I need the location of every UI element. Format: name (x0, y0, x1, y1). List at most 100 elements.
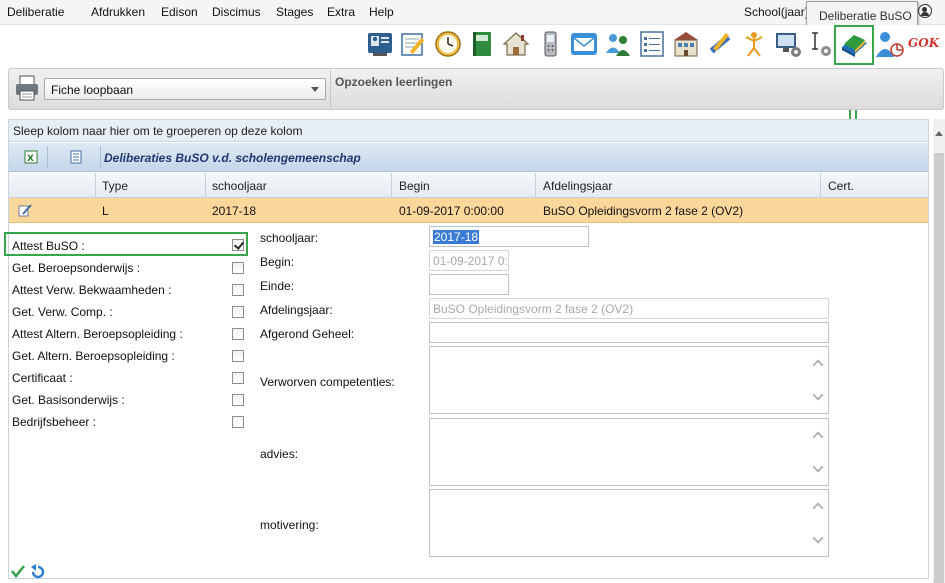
document-export-icon[interactable] (69, 150, 83, 164)
schooljaar-label: schooljaar: (260, 231, 319, 245)
menu-stages[interactable]: Stages (276, 5, 313, 19)
begin-field[interactable]: 01-09-2017 0: (429, 250, 509, 271)
cell-schooljaar: 2017-18 (212, 204, 257, 218)
column-divider (535, 173, 536, 198)
checkbox-get-beroepsonderwijs[interactable] (232, 262, 244, 274)
text-cursor-gear-icon[interactable] (806, 29, 836, 59)
checkbox-attest-buso[interactable] (232, 239, 244, 251)
column-divider (820, 173, 821, 198)
afdelingsjaar-label: Afdelingsjaar: (260, 303, 333, 317)
checkbox-bedrijfsbeheer[interactable] (232, 416, 244, 428)
einde-label: Einde: (260, 279, 295, 293)
column-header-type[interactable]: Type (102, 179, 128, 193)
column-divider (205, 173, 206, 198)
column-header-afdelingsjaar[interactable]: Afdelingsjaar (543, 179, 612, 193)
grid-separator (47, 146, 48, 168)
afgerond-geheel-field[interactable] (429, 322, 829, 343)
house-icon[interactable] (501, 29, 531, 59)
checkbox-label-get-beroepsonderwijs: Get. Beroepsonderwijs : (12, 261, 141, 275)
printer-icon[interactable] (14, 73, 40, 103)
save-check-icon[interactable] (10, 563, 26, 579)
menu-afdrukken[interactable]: Afdrukken (91, 5, 145, 19)
computer-gear-icon[interactable] (773, 29, 803, 59)
afdelingsjaar-field[interactable]: BuSO Opleidingsvorm 2 fase 2 (OV2) (429, 298, 829, 319)
edit-pencil-icon[interactable] (18, 203, 32, 217)
undo-icon[interactable] (29, 563, 45, 579)
notepad-pencil-icon[interactable] (399, 29, 429, 59)
grid-separator (100, 146, 101, 168)
scroll-up-icon[interactable] (935, 131, 943, 136)
school-year-menu[interactable]: School(jaar) (744, 5, 809, 19)
menu-bar: Deliberatie Afdrukken Edison Discimus St… (0, 0, 945, 25)
menu-deliberatie[interactable]: Deliberatie (7, 5, 64, 19)
grid-title: Deliberaties BuSO v.d. scholengemeenscha… (104, 151, 361, 165)
page-scrollbar[interactable] (933, 119, 945, 583)
schooljaar-field[interactable]: 2017-18 (429, 226, 589, 247)
advies-textarea[interactable] (429, 418, 829, 486)
id-card-icon[interactable] (365, 29, 395, 59)
afgerond-geheel-label: Afgerond Geheel: (260, 327, 355, 341)
motivering-textarea[interactable] (429, 489, 829, 557)
checkbox-attest-verw-bekwaamheden[interactable] (232, 284, 244, 296)
column-divider (95, 173, 96, 198)
gok-logo[interactable]: GOK (906, 29, 942, 59)
cell-begin: 01-09-2017 0:00:00 (399, 204, 504, 218)
checkbox-label-certificaat: Certificaat : (12, 371, 73, 385)
scroll-down-icon[interactable] (812, 461, 824, 473)
svg-text:X: X (27, 154, 34, 164)
green-book-icon[interactable] (467, 29, 497, 59)
checkbox-label-attest-verw-bekwaamheden: Attest Verw. Bekwaamheden : (12, 283, 172, 297)
column-header-cert[interactable]: Cert. (828, 179, 854, 193)
verworven-competenties-label: Verworven competenties: (260, 375, 395, 389)
stick-figure-icon[interactable] (739, 29, 769, 59)
checkbox-attest-altern-beroepsopleiding[interactable] (232, 328, 244, 340)
mobile-phone-icon[interactable] (535, 29, 565, 59)
scroll-up-icon[interactable] (812, 502, 824, 514)
scroll-up-icon[interactable] (812, 431, 824, 443)
checkbox-label-get-basisonderwijs: Get. Basisonderwijs : (12, 393, 125, 407)
clock-icon[interactable] (433, 29, 463, 59)
verworven-competenties-textarea[interactable] (429, 346, 829, 414)
user-account-icon[interactable] (918, 4, 932, 18)
checkbox-label-attest-altern-beroepsopleiding: Attest Altern. Beroepsopleiding : (12, 327, 183, 341)
menu-extra[interactable]: Extra (327, 5, 355, 19)
menu-discimus[interactable]: Discimus (212, 5, 261, 19)
checkbox-get-basisonderwijs[interactable] (232, 394, 244, 406)
checklist-icon[interactable] (637, 29, 667, 59)
scroll-down-icon[interactable] (812, 532, 824, 544)
schooljaar-value: 2017-18 (433, 230, 480, 244)
menu-edison[interactable]: Edison (161, 5, 198, 19)
checkbox-label-attest-buso: Attest BuSO : (12, 239, 85, 253)
search-title: Opzoeken leerlingen (335, 75, 453, 89)
excel-export-icon[interactable]: X (24, 150, 38, 164)
cell-afdelingsjaar: BuSO Opleidingsvorm 2 fase 2 (OV2) (543, 204, 744, 218)
scroll-up-icon[interactable] (812, 359, 824, 371)
gok-text: GOK (908, 36, 940, 50)
user-chart-icon[interactable] (874, 29, 904, 59)
scrollbar-thumb[interactable] (934, 153, 944, 583)
report-select-value: Fiche loopbaan (51, 83, 134, 97)
column-header-row (9, 173, 928, 198)
checkbox-label-get-altern-beroepsopleiding: Get. Altern. Beroepsopleiding : (12, 349, 175, 363)
einde-field[interactable] (429, 274, 509, 295)
strip-divider (330, 70, 331, 108)
toolbar-highlight-box (834, 25, 874, 65)
users-group-icon[interactable] (603, 29, 633, 59)
report-select[interactable]: Fiche loopbaan (44, 78, 326, 100)
scroll-down-icon[interactable] (812, 389, 824, 401)
checkbox-certificaat[interactable] (232, 372, 244, 384)
column-header-begin[interactable]: Begin (399, 179, 430, 193)
motivering-label: motivering: (260, 518, 319, 532)
column-header-schooljaar[interactable]: schooljaar (212, 179, 267, 193)
checkbox-get-verw-comp[interactable] (232, 306, 244, 318)
tools-icon[interactable] (705, 29, 735, 59)
checkbox-get-altern-beroepsopleiding[interactable] (232, 350, 244, 362)
advies-label: advies: (260, 447, 299, 461)
cell-type: L (102, 204, 109, 218)
menu-help[interactable]: Help (369, 5, 394, 19)
chevron-down-icon (311, 87, 319, 92)
building-icon[interactable] (671, 29, 701, 59)
mail-envelope-icon[interactable] (569, 29, 599, 59)
group-by-hint[interactable]: Sleep kolom naar hier om te groeperen op… (9, 120, 928, 142)
checkbox-label-get-verw-comp: Get. Verw. Comp. : (12, 305, 113, 319)
